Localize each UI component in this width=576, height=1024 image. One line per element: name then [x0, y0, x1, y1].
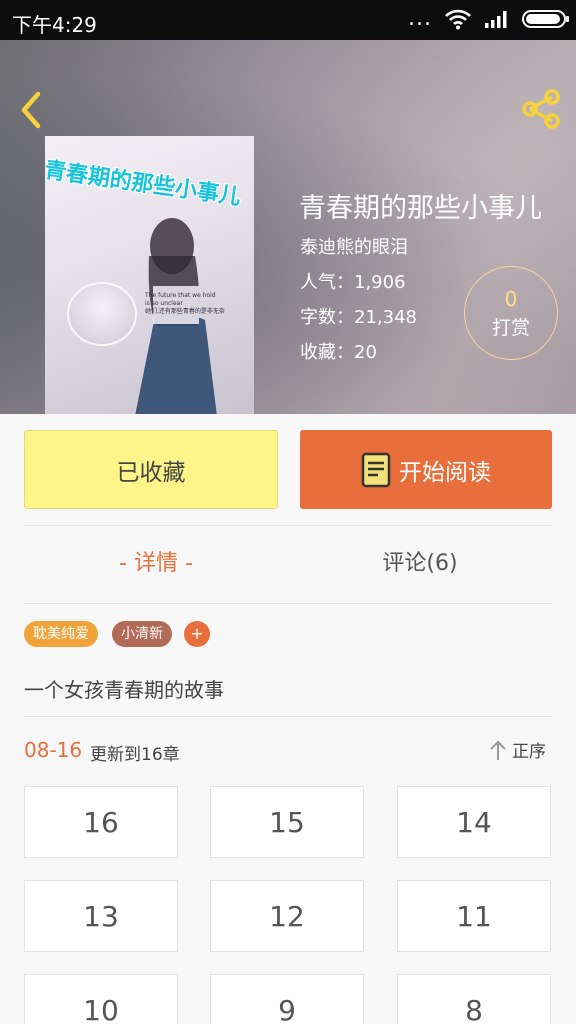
- cover-title: 青春期的那些小事儿: [45, 157, 243, 211]
- share-icon[interactable]: [518, 86, 564, 132]
- sort-up-arrow-icon: [490, 740, 506, 760]
- chapter-button[interactable]: 15: [210, 786, 364, 858]
- signal-icon: [485, 11, 507, 28]
- chapter-button[interactable]: 10: [24, 974, 178, 1024]
- status-time: 下午4:29: [12, 13, 97, 37]
- sort-order-button[interactable]: 正序: [488, 737, 546, 762]
- tag-fresh[interactable]: 小清新: [112, 621, 172, 647]
- book-header: The future that we hold is so unclear 她们…: [0, 40, 576, 414]
- popularity-stat: 人气：1,906: [300, 272, 406, 293]
- divider: [24, 525, 552, 526]
- add-tag-button[interactable]: +: [184, 621, 210, 647]
- chapter-button[interactable]: 9: [210, 974, 364, 1024]
- tip-button[interactable]: 0 打赏: [464, 266, 558, 360]
- tag-danmei[interactable]: 耽美纯爱: [24, 621, 98, 647]
- start-reading-label: 开始阅读: [399, 459, 491, 486]
- update-text: 更新到16章: [90, 745, 180, 765]
- favorite-button-label: 已收藏: [116, 459, 186, 486]
- tab-comments[interactable]: 评论(6): [288, 545, 552, 577]
- chapter-button[interactable]: 13: [24, 880, 178, 952]
- status-icons: ...: [408, 6, 569, 31]
- chapter-button[interactable]: 11: [397, 880, 551, 952]
- notification-dots: ...: [408, 6, 432, 31]
- favorite-button[interactable]: 已收藏: [24, 430, 278, 509]
- start-reading-button[interactable]: 开始阅读: [300, 430, 552, 509]
- cover-caption: The future that we hold is so unclear 她们…: [145, 292, 225, 315]
- chapter-button[interactable]: 12: [210, 880, 364, 952]
- book-cover[interactable]: The future that we hold is so unclear 她们…: [45, 136, 254, 414]
- book-summary: 一个女孩青春期的故事: [24, 678, 224, 702]
- battery-icon: [522, 10, 569, 28]
- chapter-button[interactable]: 8: [397, 974, 551, 1024]
- tip-label: 打赏: [491, 317, 530, 339]
- book-author[interactable]: 泰迪熊的眼泪: [300, 233, 408, 259]
- chapter-button[interactable]: 16: [24, 786, 178, 858]
- cover-inset-image: [67, 282, 137, 346]
- divider: [24, 603, 552, 604]
- status-bar: 下午4:29 ...: [0, 0, 576, 40]
- tab-detail[interactable]: - 详情 -: [24, 545, 288, 577]
- chapter-button[interactable]: 14: [397, 786, 551, 858]
- wifi-icon: [445, 9, 471, 30]
- back-arrow-icon[interactable]: [14, 88, 50, 132]
- book-title: 青春期的那些小事儿: [299, 193, 542, 224]
- divider: [24, 716, 552, 717]
- tip-count: 0: [504, 287, 518, 311]
- book-icon: [361, 452, 391, 487]
- update-date: 08-16: [24, 738, 83, 762]
- word-count-stat: 字数：21,348: [300, 307, 417, 328]
- favorites-stat: 收藏：20: [300, 342, 377, 363]
- sort-order-label: 正序: [512, 742, 546, 762]
